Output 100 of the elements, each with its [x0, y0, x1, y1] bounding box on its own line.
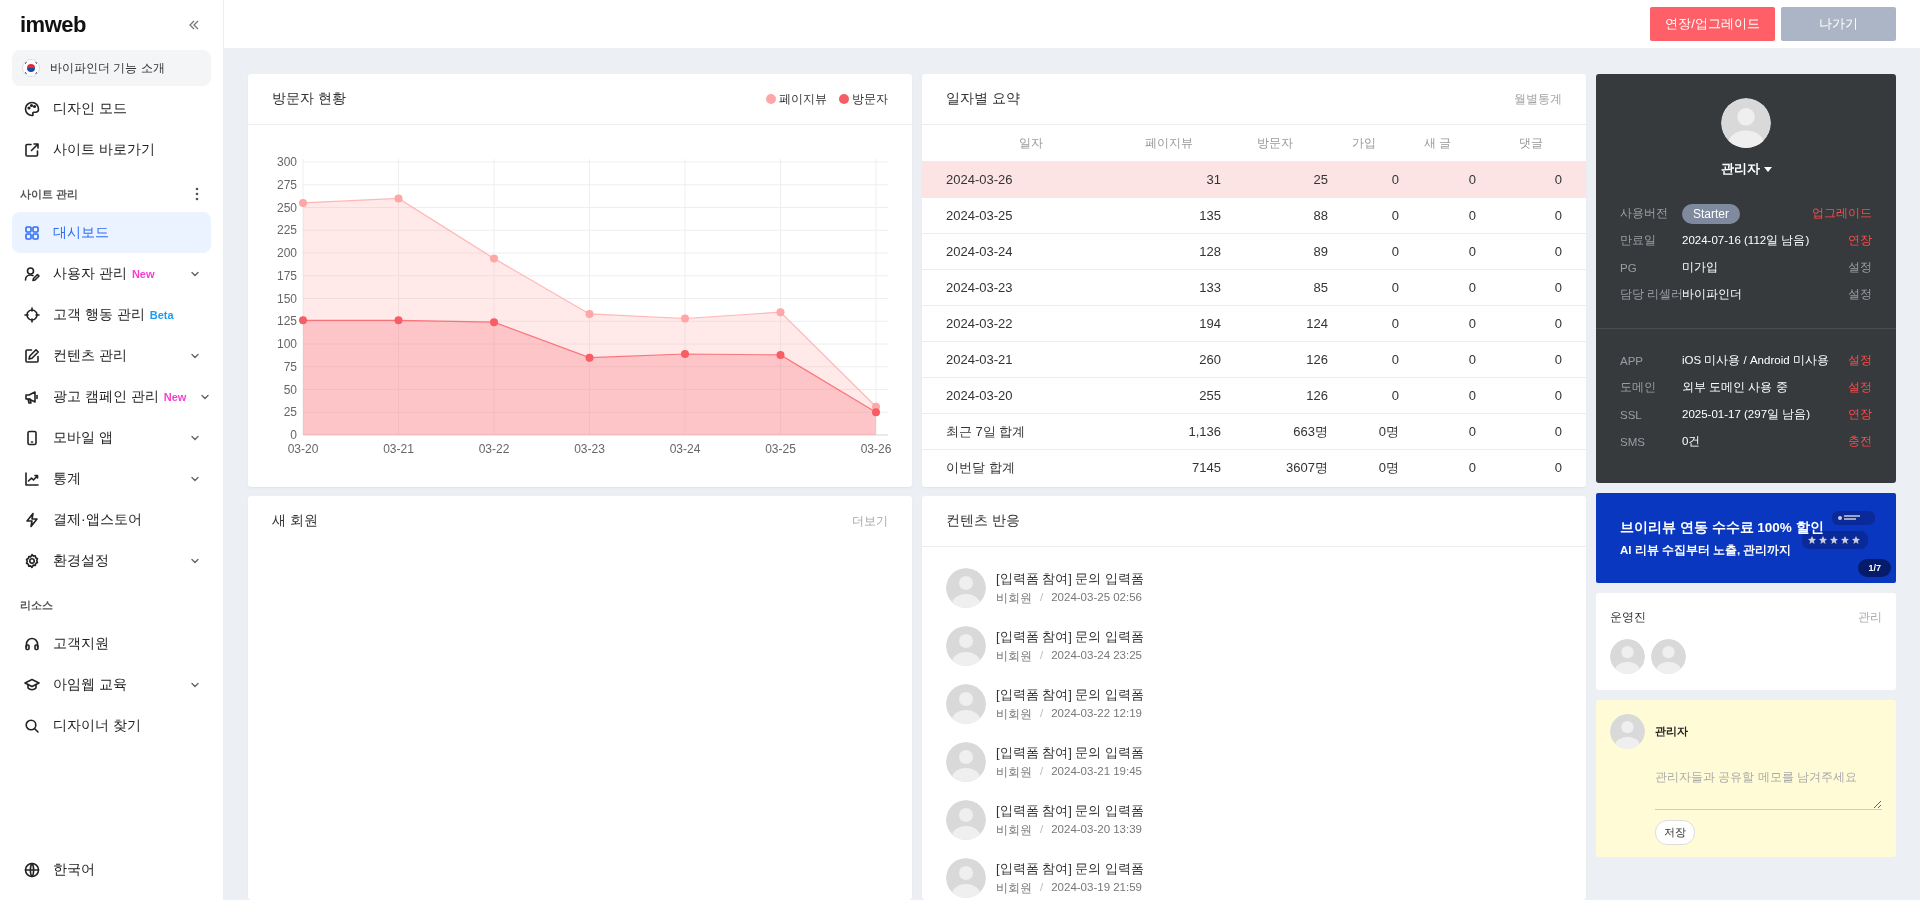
info-value: 2024-07-16 (112일 남음): [1682, 234, 1810, 246]
axis-tick-label: 150: [276, 291, 297, 306]
reaction-title-link[interactable]: [입력폼 참여] 문의 입력폼: [996, 628, 1145, 646]
table-cell-text: 0: [1467, 207, 1476, 225]
table-cell-text: 0: [1553, 279, 1563, 297]
table-cell-text: 0: [1553, 207, 1563, 225]
table-cell-text: 133: [1198, 279, 1221, 297]
reaction-title-link[interactable]: [입력폼 참여] 문의 입력폼: [996, 570, 1145, 588]
data-point: [394, 316, 403, 325]
sidebar-item[interactable]: 아임웹 교육: [12, 664, 211, 705]
axis-tick-label: 03-26: [860, 442, 892, 456]
reaction-date: 2024-03-22 12:19: [1051, 707, 1142, 721]
reaction-title-link[interactable]: [입력폼 참여] 문의 입력폼: [996, 802, 1145, 820]
reaction-author: 비회원: [996, 881, 1032, 896]
reaction-author: 비회원: [996, 591, 1032, 606]
globe-icon: [24, 861, 40, 878]
axis-tick-label: 0: [290, 428, 297, 442]
memo-field[interactable]: 관리자들과 공유할 메모를 남겨주세요: [1655, 763, 1882, 810]
reaction-author: 비회원: [996, 707, 1032, 722]
sidebar-item[interactable]: 디자인 모드: [12, 88, 211, 129]
table-cell-text: 2024-03-23: [945, 279, 1014, 297]
axis-tick-label: 225: [276, 223, 297, 238]
flag-icon: [22, 59, 40, 77]
data-point: [776, 350, 785, 359]
sidebar-item[interactable]: 디자이너 찾기: [12, 705, 211, 746]
sidebar-item[interactable]: 광고 캠페인 관리 New: [12, 376, 211, 417]
logo[interactable]: imweb: [20, 12, 86, 38]
sidebar-item[interactable]: 결제·앱스토어: [12, 499, 211, 540]
table-cell: 0: [1399, 162, 1476, 197]
profile-menu[interactable]: 관리자: [1720, 160, 1772, 178]
separator: /: [1040, 881, 1044, 895]
settings-icon: [24, 552, 40, 569]
axis-tick-label: 03-23: [574, 442, 605, 456]
plan-badge: Starter: [1682, 203, 1740, 224]
table-cell-text: 0: [1467, 423, 1476, 441]
avatar-icon: [946, 858, 986, 898]
data-point: [299, 316, 307, 325]
section-title: 사이트 관리: [20, 186, 79, 202]
sidebar-item[interactable]: 환경설정: [12, 540, 211, 581]
separator: /: [1040, 765, 1044, 779]
table-cell-text: 1,136: [1187, 423, 1221, 441]
promo-banner[interactable]: 브이리뷰 연동 수수료 100% 할인 AI 리뷰 수집부터 노출, 관리까지 1/7: [1596, 493, 1896, 583]
table-cell-text: 0: [1467, 279, 1476, 297]
avatar-icon: [1651, 639, 1686, 674]
table-cell-text: 0: [1467, 459, 1476, 477]
separator: /: [1040, 649, 1044, 663]
axis-tick-label: 03-21: [383, 442, 414, 456]
sidebar-item[interactable]: 사용자 관리 New: [12, 253, 211, 294]
table-cell-text: 0: [1390, 387, 1399, 405]
reaction-title-link[interactable]: [입력폼 참여] 문의 입력폼: [996, 860, 1145, 878]
column-header: 댓글: [1518, 134, 1544, 152]
more-icon[interactable]: [195, 187, 199, 201]
headset-icon: [24, 635, 40, 652]
table-cell-text: 0: [1390, 207, 1399, 225]
sidebar-item[interactable]: 고객지원: [12, 623, 211, 664]
reaction-title-link[interactable]: [입력폼 참여] 문의 입력폼: [996, 744, 1145, 762]
save-button[interactable]: 저장: [1655, 820, 1695, 845]
axis-tick-label: 75: [283, 359, 297, 374]
data-point: [585, 309, 594, 318]
sidebar-item[interactable]: 고객 행동 관리 Beta: [12, 294, 211, 335]
collapse-icon[interactable]: [187, 18, 201, 32]
data-point: [585, 353, 594, 362]
action-link[interactable]: 설정: [1848, 260, 1872, 275]
table-cell-text: 0: [1553, 351, 1563, 369]
avatar-icon: [946, 568, 986, 608]
table-cell-text: 3607명: [1285, 458, 1328, 477]
table-cell-text: 0: [1467, 387, 1476, 405]
intro-button[interactable]: 바이파인더 기능 소개: [12, 50, 211, 86]
table-cell-text: 0: [1467, 351, 1476, 369]
section-title: 리소스: [20, 597, 53, 613]
sidebar-item[interactable]: 모바일 앱: [12, 417, 211, 458]
sidebar-item[interactable]: 사이트 바로가기: [12, 129, 211, 170]
sidebar-item[interactable]: 대시보드: [12, 212, 211, 253]
card-title: 일자별 요약: [946, 90, 1020, 108]
table-cell-text: 0: [1467, 243, 1476, 261]
card-title: 새 회원: [272, 512, 318, 530]
card-title: 운영진: [1610, 609, 1646, 626]
reaction-date: 2024-03-21 19:45: [1051, 765, 1142, 779]
info-label: SSL: [1620, 408, 1643, 421]
sidebar-item[interactable]: 컨텐츠 관리: [12, 335, 211, 376]
action-link[interactable]: 설정: [1848, 287, 1872, 302]
table-cell-text: 0: [1553, 459, 1563, 477]
sidebar-item[interactable]: 통계: [12, 458, 211, 499]
info-label: 도메인: [1620, 380, 1657, 395]
reaction-title-link[interactable]: [입력폼 참여] 문의 입력폼: [996, 686, 1145, 704]
axis-tick-label: 250: [276, 200, 297, 215]
avatar-icon: [946, 684, 986, 724]
axis-tick-label: 03-24: [669, 442, 701, 456]
language-selector[interactable]: 한국어: [12, 849, 211, 890]
info-label: APP: [1620, 354, 1644, 367]
data-point: [490, 254, 498, 263]
avatar-icon: [946, 626, 986, 666]
axis-tick-label: 50: [283, 382, 297, 397]
banner-title: 브이리뷰 연동 수수료 100% 할인: [1620, 518, 1824, 537]
column-header: 가입: [1350, 134, 1377, 152]
info-label: PG: [1620, 261, 1638, 274]
search-icon: [24, 717, 40, 734]
info-value: iOS 미사용 / Android 미사용: [1682, 354, 1829, 366]
data-point: [394, 194, 403, 203]
external-link-icon: [24, 141, 40, 158]
